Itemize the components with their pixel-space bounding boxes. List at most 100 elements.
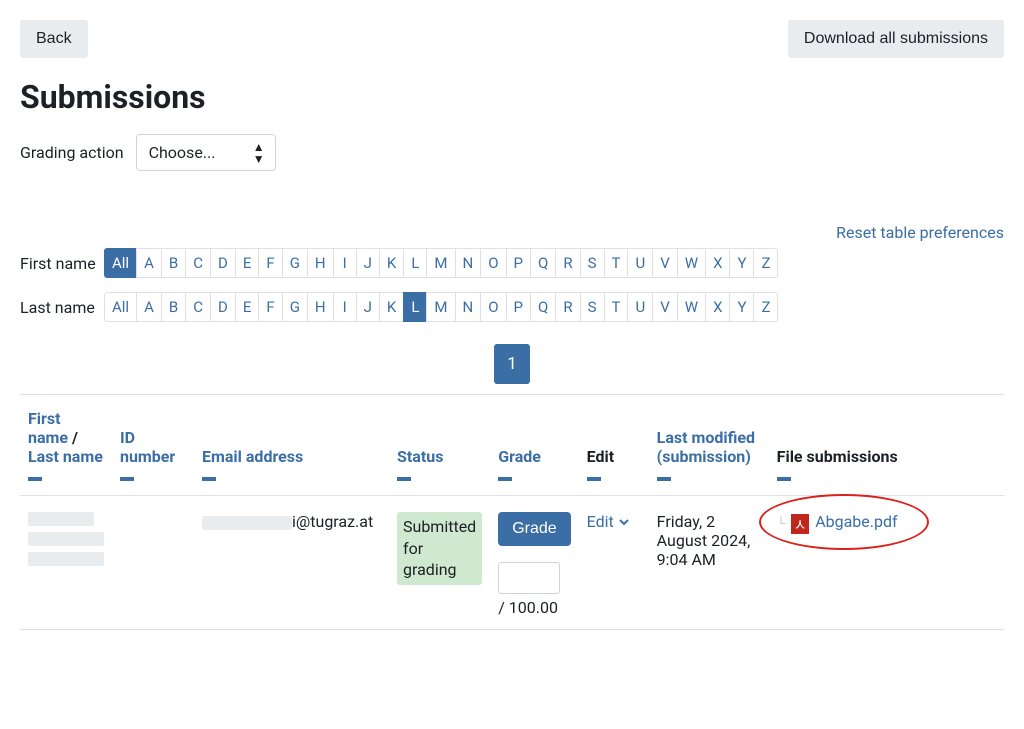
letter-filter-m[interactable]: M <box>426 248 455 278</box>
letter-filter-y[interactable]: Y <box>729 292 754 322</box>
letter-filter-h[interactable]: H <box>307 248 334 278</box>
letter-filter-all[interactable]: All <box>104 248 137 278</box>
hide-col-icon[interactable] <box>587 477 601 481</box>
letter-filter-q[interactable]: Q <box>530 292 556 322</box>
col-modified[interactable]: Last modified (submission) <box>657 428 755 466</box>
letter-filter-f[interactable]: F <box>258 248 282 278</box>
letter-filter-p[interactable]: P <box>506 292 531 322</box>
letter-filter-v[interactable]: V <box>652 248 678 278</box>
letter-filter-x[interactable]: X <box>705 248 730 278</box>
col-first-name[interactable]: First name <box>28 409 68 447</box>
email-suffix: i@tugraz.at <box>292 512 373 531</box>
letter-filter-o[interactable]: O <box>480 292 506 322</box>
letter-filter-e[interactable]: E <box>235 248 260 278</box>
letter-filter-e[interactable]: E <box>235 292 260 322</box>
hide-col-icon[interactable] <box>28 477 42 481</box>
letter-filter-g[interactable]: G <box>282 292 308 322</box>
letter-filter-d[interactable]: D <box>210 248 236 278</box>
hide-col-icon[interactable] <box>202 477 216 481</box>
col-grade[interactable]: Grade <box>498 447 541 466</box>
col-email[interactable]: Email address <box>202 447 303 466</box>
col-edit: Edit <box>587 447 615 466</box>
pdf-icon: 人 <box>791 514 809 534</box>
redacted-name <box>28 532 104 546</box>
letter-filter-r[interactable]: R <box>555 248 580 278</box>
file-link[interactable]: Abgabe.pdf <box>815 512 897 531</box>
letter-filter-a[interactable]: A <box>136 248 162 278</box>
letter-filter-b[interactable]: B <box>161 292 186 322</box>
letter-filter-z[interactable]: Z <box>753 292 778 322</box>
letter-filter-o[interactable]: O <box>480 248 506 278</box>
hide-col-icon[interactable] <box>498 477 512 481</box>
letter-filter-n[interactable]: N <box>455 292 482 322</box>
edit-label: Edit <box>587 512 614 531</box>
back-button[interactable]: Back <box>20 20 88 58</box>
letter-filter-t[interactable]: T <box>604 292 629 322</box>
letter-filter-all[interactable]: All <box>104 292 137 322</box>
letter-filter-k[interactable]: K <box>379 292 404 322</box>
redacted-name <box>28 552 104 566</box>
download-all-button[interactable]: Download all submissions <box>788 20 1004 58</box>
letter-filter-z[interactable]: Z <box>753 248 778 278</box>
letter-filter-x[interactable]: X <box>705 292 730 322</box>
submissions-table: First name / Last name ID number Email a… <box>20 395 1004 629</box>
col-status[interactable]: Status <box>397 447 443 466</box>
letter-filter-w[interactable]: W <box>677 248 706 278</box>
grade-input[interactable] <box>498 562 560 594</box>
letter-filter-q[interactable]: Q <box>530 248 556 278</box>
letter-filter-m[interactable]: M <box>426 292 455 322</box>
col-id-number[interactable]: ID number <box>120 428 175 466</box>
redacted-name <box>28 512 94 526</box>
grade-denominator: / 100.00 <box>498 598 558 617</box>
letter-filter-j[interactable]: J <box>356 248 380 278</box>
letter-filter-b[interactable]: B <box>161 248 186 278</box>
letter-filter-u[interactable]: U <box>627 248 653 278</box>
hide-col-icon[interactable] <box>120 477 134 481</box>
slash: / <box>72 428 78 447</box>
letter-filter-p[interactable]: P <box>506 248 531 278</box>
last-modified-value: Friday, 2 August 2024, 9:04 AM <box>657 512 751 569</box>
letter-filter-j[interactable]: J <box>356 292 380 322</box>
letter-filter-g[interactable]: G <box>282 248 308 278</box>
col-last-name[interactable]: Last name <box>28 447 103 466</box>
grade-button[interactable]: Grade <box>498 512 570 546</box>
hide-col-icon[interactable] <box>397 477 411 481</box>
letter-filter-h[interactable]: H <box>307 292 334 322</box>
letter-filter-r[interactable]: R <box>555 292 580 322</box>
grading-action-value: Choose... <box>149 143 216 162</box>
table-row: i@tugraz.at Submitted for grading Grade … <box>20 496 1004 630</box>
edit-link[interactable]: Edit <box>587 512 630 531</box>
letter-filter-l[interactable]: L <box>403 248 427 278</box>
hide-col-icon[interactable] <box>657 477 671 481</box>
letter-filter-y[interactable]: Y <box>729 248 754 278</box>
hide-col-icon[interactable] <box>777 477 791 481</box>
redacted-email <box>202 516 292 530</box>
letter-filter-s[interactable]: S <box>580 248 605 278</box>
letter-filter-i[interactable]: I <box>333 248 357 278</box>
letter-filter-u[interactable]: U <box>627 292 653 322</box>
letter-filter-l[interactable]: L <box>403 292 427 322</box>
letter-filter-d[interactable]: D <box>210 292 236 322</box>
status-badge: Submitted for grading <box>397 512 482 585</box>
last-name-filter-label: Last name <box>20 298 104 317</box>
letter-filter-n[interactable]: N <box>455 248 482 278</box>
grading-action-label: Grading action <box>20 143 124 162</box>
reset-table-link[interactable]: Reset table preferences <box>836 223 1004 242</box>
col-file: File submissions <box>777 447 898 466</box>
letter-filter-s[interactable]: S <box>580 292 605 322</box>
letter-filter-c[interactable]: C <box>185 248 211 278</box>
letter-filter-t[interactable]: T <box>604 248 629 278</box>
page-title: Submissions <box>20 78 1004 116</box>
letter-filter-i[interactable]: I <box>333 292 357 322</box>
tree-icon: └ <box>777 516 786 530</box>
letter-filter-v[interactable]: V <box>652 292 678 322</box>
letter-filter-k[interactable]: K <box>379 248 404 278</box>
grading-action-select[interactable]: Choose... ▲▼ <box>136 134 276 171</box>
chevron-down-icon <box>618 516 630 528</box>
letter-filter-w[interactable]: W <box>677 292 706 322</box>
letter-filter-f[interactable]: F <box>258 292 282 322</box>
page-1[interactable]: 1 <box>494 344 530 384</box>
letter-filter-a[interactable]: A <box>136 292 162 322</box>
first-name-letter-strip: AllABCDEFGHIJKLMNOPQRSTUVWXYZ <box>104 248 778 278</box>
letter-filter-c[interactable]: C <box>185 292 211 322</box>
